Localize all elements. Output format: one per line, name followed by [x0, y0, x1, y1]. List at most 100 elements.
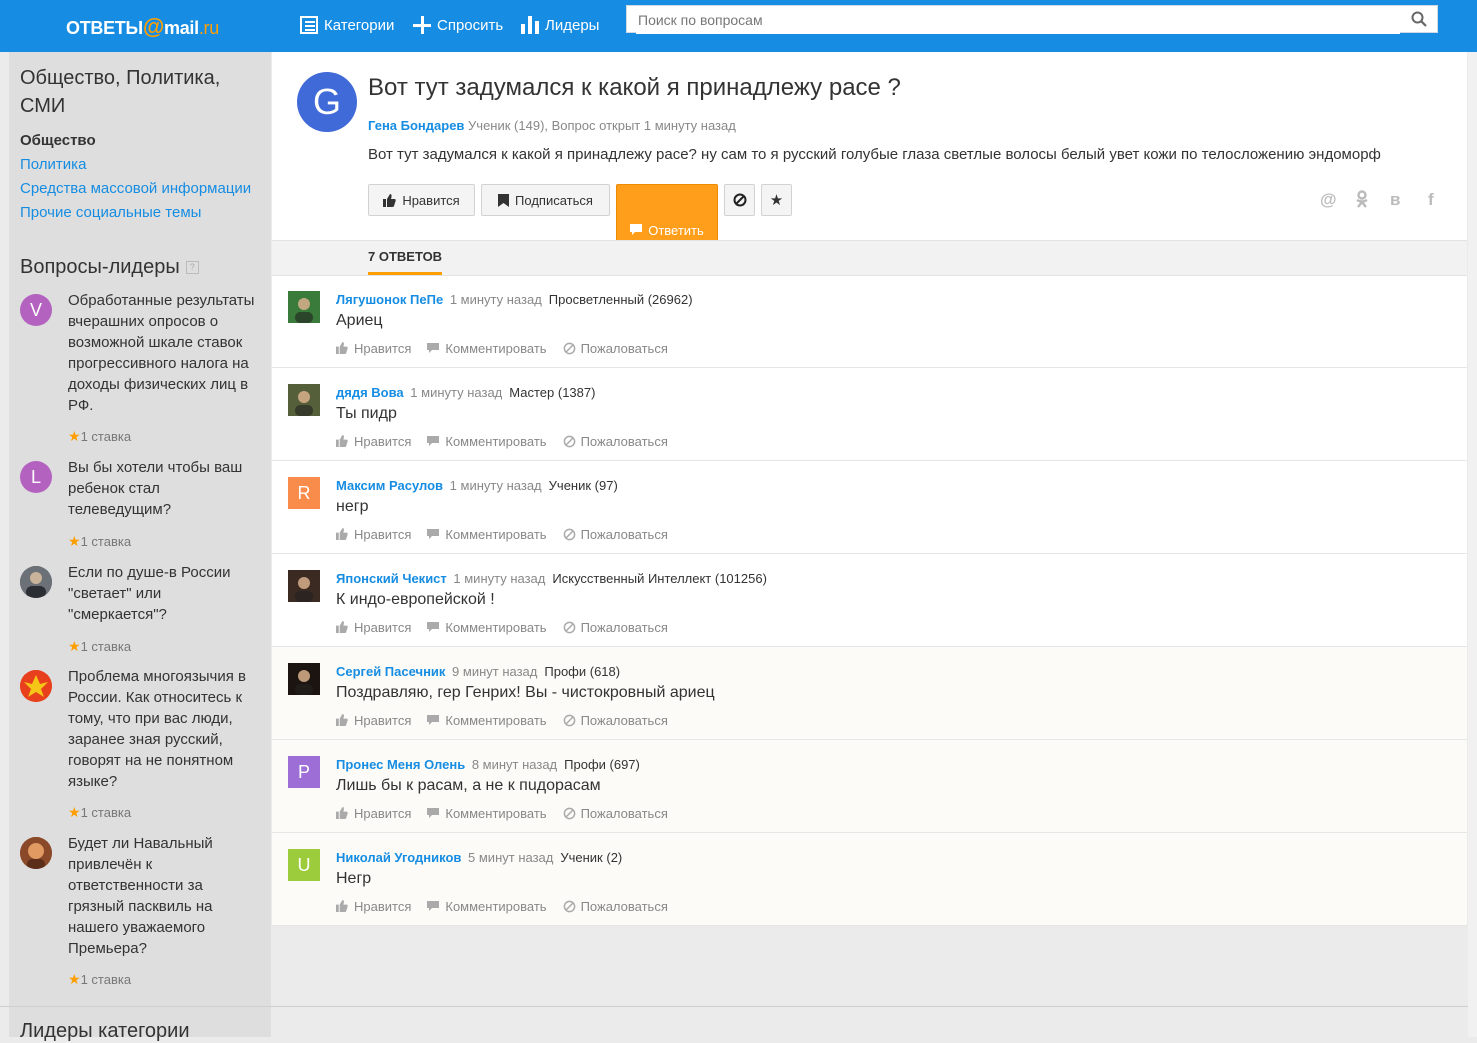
answer-report-button[interactable]: Пожаловаться [563, 527, 668, 542]
subcategory-media[interactable]: Средства массовой информации [20, 177, 251, 201]
share-ok-icon[interactable] [1355, 190, 1369, 213]
answer-like-label: Нравится [354, 434, 412, 449]
search-icon[interactable] [1411, 11, 1427, 27]
answer-time: 1 минуту назад [453, 571, 546, 586]
like-button[interactable]: Нравится [368, 184, 475, 216]
subcategory-society[interactable]: Общество [20, 129, 96, 153]
answer-comment-button[interactable]: Комментировать [427, 434, 547, 449]
leader-question[interactable]: Проблема многоязычия в России. Как относ… [20, 668, 265, 830]
answer-report-button[interactable]: Пожаловаться [563, 713, 668, 728]
answer-author-link[interactable]: Японский Чекист [336, 571, 447, 586]
share-mail-icon[interactable]: @ [1320, 190, 1337, 210]
answer-author-link[interactable]: Пронес Меня Олень [336, 757, 465, 772]
nav-categories[interactable]: Категории [300, 16, 394, 34]
avatar[interactable] [20, 837, 52, 869]
user-photo-icon [20, 566, 52, 598]
answer-like-button[interactable]: Нравится [336, 806, 411, 821]
nav-ask[interactable]: Спросить [413, 16, 503, 34]
leader-question[interactable]: L Вы бы хотели чтобы ваш ребенок стал те… [20, 459, 265, 556]
question-author-avatar[interactable]: G [297, 72, 357, 132]
answer-time: 1 минуту назад [449, 478, 542, 493]
thumbs-up-icon [336, 621, 349, 634]
scrollbar[interactable] [1468, 52, 1477, 1037]
answers-bar: 7 ОТВЕТОВ [272, 240, 1467, 276]
user-photo-icon [288, 384, 320, 416]
answer-author-avatar[interactable]: R [288, 477, 320, 509]
star-icon: ★ [68, 428, 81, 444]
answer-comment-button[interactable]: Комментировать [427, 620, 547, 635]
share-vk-icon[interactable]: в [1390, 190, 1400, 210]
answer-report-button[interactable]: Пожаловаться [563, 341, 668, 356]
answer-author-avatar[interactable]: P [288, 756, 320, 788]
leader-question[interactable]: Если по душе-в России "светает" или "сме… [20, 564, 265, 661]
answer-comment-label: Комментировать [445, 806, 547, 821]
answer-report-button[interactable]: Пожаловаться [563, 899, 668, 914]
search-input[interactable] [636, 6, 1400, 34]
answer-actions: Нравится Комментировать Пожаловаться [336, 620, 668, 635]
answer-author-link[interactable]: Сергей Пасечник [336, 664, 445, 679]
answer-comment-button[interactable]: Комментировать [427, 806, 547, 821]
leader-questions-heading: Вопросы-лидеры? [20, 256, 199, 279]
leader-question-text[interactable]: Обработанные результаты вчерашних опросо… [68, 290, 258, 416]
answer-author-avatar[interactable] [288, 291, 320, 323]
answer-time: 5 минут назад [468, 850, 554, 865]
answer-comment-button[interactable]: Комментировать [427, 341, 547, 356]
answer-author-avatar[interactable] [288, 663, 320, 695]
answer-like-label: Нравится [354, 713, 412, 728]
leader-question[interactable]: Будет ли Навальный привлечён к ответстве… [20, 835, 265, 997]
answer-report-button[interactable]: Пожаловаться [563, 806, 668, 821]
answer-comment-label: Комментировать [445, 434, 547, 449]
answer-author-link[interactable]: Лягушонок ПеПе [336, 292, 443, 307]
answer-like-button[interactable]: Нравится [336, 527, 411, 542]
help-icon[interactable]: ? [185, 261, 199, 275]
comment-icon [427, 807, 440, 820]
site-logo[interactable]: ОТВЕТЫ@mail.ru [66, 14, 219, 40]
share-fb-icon[interactable]: f [1428, 190, 1434, 210]
answer-comment-button[interactable]: Комментировать [427, 713, 547, 728]
avatar[interactable]: V [20, 294, 52, 326]
leader-question[interactable]: V Обработанные результаты вчерашних опро… [20, 292, 265, 454]
leader-question-text[interactable]: Если по душе-в России "светает" или "сме… [68, 562, 258, 625]
avatar[interactable]: L [20, 461, 52, 493]
answer-author-link[interactable]: Николай Угодников [336, 850, 461, 865]
answer-time: 1 минуту назад [410, 385, 503, 400]
block-icon [563, 807, 576, 820]
leader-question-text[interactable]: Будет ли Навальный привлечён к ответстве… [68, 833, 258, 959]
nav-ask-label: Спросить [437, 16, 504, 34]
answer-author-rank: Профи (618) [544, 664, 621, 679]
top-bar: ОТВЕТЫ@mail.ru Категории Спросить Лидеры [0, 0, 1477, 52]
answer-report-button[interactable]: Пожаловаться [563, 620, 668, 635]
subcategory-politics[interactable]: Политика [20, 153, 86, 177]
answer-like-button[interactable]: Нравится [336, 899, 411, 914]
answer-like-button[interactable]: Нравится [336, 713, 411, 728]
leader-question-text[interactable]: Проблема многоязычия в России. Как относ… [68, 666, 258, 792]
answer-author-link[interactable]: Максим Расулов [336, 478, 443, 493]
answer-author-avatar[interactable] [288, 570, 320, 602]
answer-text: Ариец [336, 312, 383, 329]
subcategory-other[interactable]: Прочие социальные темы [20, 201, 201, 225]
block-button[interactable] [724, 184, 755, 216]
answer-like-button[interactable]: Нравится [336, 620, 411, 635]
answer-like-button[interactable]: Нравится [336, 434, 411, 449]
tab-answers[interactable]: 7 ОТВЕТОВ [368, 241, 443, 275]
answer-author-avatar[interactable] [288, 384, 320, 416]
answer-report-button[interactable]: Пожаловаться [563, 434, 668, 449]
answer-author-link[interactable]: дядя Вова [336, 385, 404, 400]
answer-comment-label: Комментировать [445, 899, 547, 914]
leader-question-text[interactable]: Вы бы хотели чтобы ваш ребенок стал теле… [68, 457, 258, 520]
answer-author-avatar[interactable]: U [288, 849, 320, 881]
logo-text: ОТВЕТЫ [66, 18, 143, 38]
bet-label: 1 ставка [80, 805, 132, 820]
avatar[interactable] [20, 670, 52, 702]
favorite-button[interactable]: ★ [761, 184, 792, 216]
avatar[interactable] [20, 566, 52, 598]
answer-comment-button[interactable]: Комментировать [427, 527, 547, 542]
answer-comment-label: Комментировать [445, 713, 547, 728]
subscribe-button[interactable]: Подписаться [481, 184, 610, 216]
answer-like-button[interactable]: Нравится [336, 341, 411, 356]
question-author-link[interactable]: Гена Бондарев [368, 118, 464, 133]
nav-leaders[interactable]: Лидеры [521, 16, 599, 34]
answer-item: P Пронес Меня Олень 8 минут назад Профи (6… [272, 740, 1467, 833]
answer-header: Пронес Меня Олень 8 минут назад Профи (69… [336, 757, 640, 772]
answer-comment-button[interactable]: Комментировать [427, 899, 547, 914]
